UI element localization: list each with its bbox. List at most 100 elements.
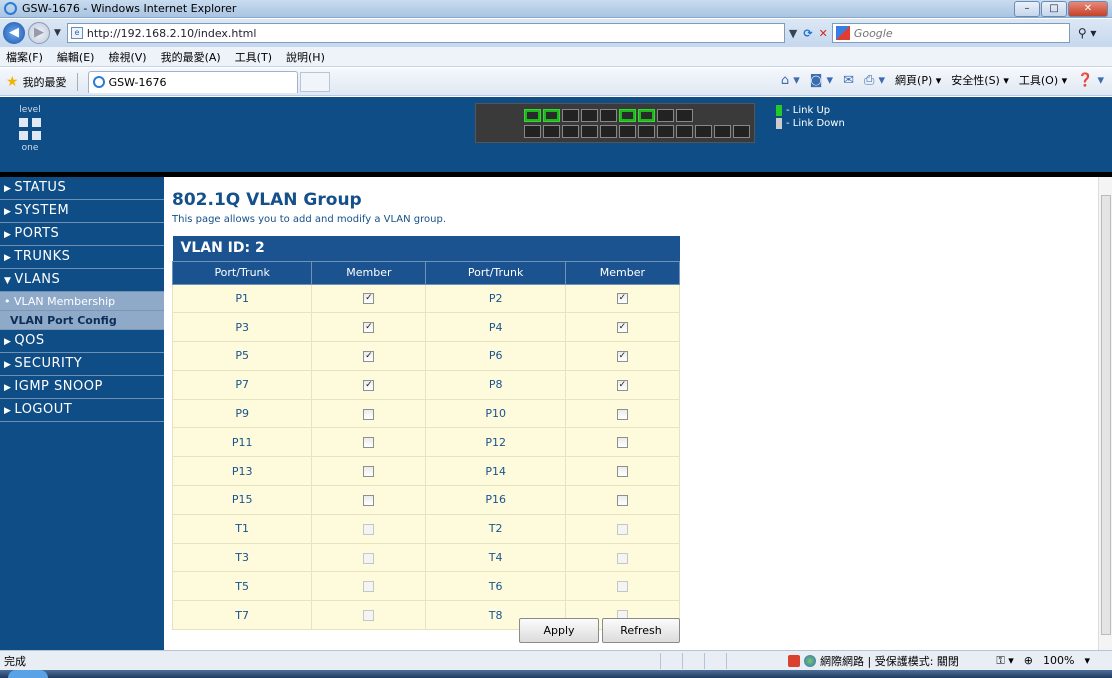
- port-led[interactable]: [714, 125, 731, 138]
- member-checkbox: [363, 552, 375, 564]
- link-legend: - Link Up - Link Down: [776, 105, 845, 131]
- vlan-id-header: VLAN ID: 2: [172, 236, 680, 261]
- port-led[interactable]: [695, 125, 712, 138]
- port-led[interactable]: [619, 109, 636, 122]
- member-checkbox[interactable]: [363, 408, 375, 420]
- port-led[interactable]: [562, 125, 579, 138]
- cmd-safety[interactable]: 安全性(S) ▾: [951, 72, 1009, 88]
- port-led[interactable]: [562, 109, 579, 122]
- back-button[interactable]: ◀: [3, 22, 25, 44]
- sidebar-item-ports[interactable]: ▶ PORTS: [0, 223, 164, 246]
- port-led[interactable]: [524, 109, 541, 122]
- member-checkbox[interactable]: [363, 437, 375, 449]
- refresh-icon[interactable]: ⟳: [803, 27, 812, 40]
- menu-help[interactable]: 說明(H): [286, 49, 325, 65]
- search-icon[interactable]: ⚲ ▾: [1078, 26, 1097, 40]
- forward-button[interactable]: ▶: [28, 22, 50, 44]
- sidebar-item-qos[interactable]: ▶ QOS: [0, 330, 164, 353]
- sidebar-item-status[interactable]: ▶ STATUS: [0, 177, 164, 200]
- member-checkbox[interactable]: [363, 466, 375, 478]
- menu-tools[interactable]: 工具(T): [235, 49, 272, 65]
- port-led[interactable]: [676, 125, 693, 138]
- member-checkbox[interactable]: ✓: [363, 293, 375, 305]
- vlan-member-table: VLAN ID: 2 Port/Trunk Member Port/Trunk …: [171, 236, 681, 631]
- url-field[interactable]: e http://192.168.2.10/index.html: [66, 23, 785, 43]
- security-zone[interactable]: 網際網路 | 受保護模式: 關閉: [788, 653, 959, 669]
- menu-favorites[interactable]: 我的最愛(A): [161, 49, 221, 65]
- history-dropdown-icon[interactable]: ▼: [54, 28, 61, 38]
- member-cell: [564, 485, 681, 515]
- print-icon[interactable]: ⎙ ▾: [864, 73, 885, 88]
- protected-mode-icon[interactable]: ⚿ ▾: [996, 654, 1013, 668]
- port-led[interactable]: [638, 125, 655, 138]
- port-led[interactable]: [676, 109, 693, 122]
- stop-icon[interactable]: ✕: [819, 27, 828, 40]
- vertical-scrollbar[interactable]: [1098, 177, 1112, 650]
- port-trunk-cell: P2: [425, 283, 566, 314]
- search-input[interactable]: [853, 26, 1054, 40]
- cmd-tools[interactable]: 工具(O) ▾: [1019, 72, 1067, 88]
- sidebar-item-system[interactable]: ▶ SYSTEM: [0, 200, 164, 223]
- favorites-label[interactable]: 我的最愛: [23, 74, 67, 90]
- port-led[interactable]: [657, 109, 674, 122]
- sidebar-item-trunks[interactable]: ▶ TRUNKS: [0, 246, 164, 269]
- sidebar-item-label: LOGOUT: [14, 402, 73, 417]
- port-trunk-cell: P9: [171, 398, 313, 429]
- browser-tab[interactable]: GSW-1676: [87, 70, 298, 93]
- port-led[interactable]: [638, 109, 655, 122]
- feeds-icon[interactable]: ◙ ▾: [810, 73, 833, 88]
- favorites-star-icon[interactable]: ★: [6, 74, 19, 90]
- port-led[interactable]: [543, 125, 560, 138]
- member-checkbox: [616, 552, 628, 564]
- member-checkbox[interactable]: ✓: [616, 350, 628, 362]
- port-led[interactable]: [733, 125, 750, 138]
- page-description: This page allows you to add and modify a…: [172, 214, 446, 225]
- zoom-control[interactable]: ⚿ ▾ ⊕ 100% ▾: [996, 654, 1090, 668]
- port-led[interactable]: [600, 109, 617, 122]
- port-led[interactable]: [543, 109, 560, 122]
- start-orb-icon[interactable]: [8, 670, 48, 678]
- help-icon[interactable]: ❓ ▾: [1077, 73, 1104, 88]
- port-led[interactable]: [600, 125, 617, 138]
- mail-icon[interactable]: ✉: [843, 73, 854, 88]
- port-led[interactable]: [581, 125, 598, 138]
- member-checkbox[interactable]: [616, 408, 628, 420]
- member-checkbox[interactable]: ✓: [616, 379, 628, 391]
- apply-button[interactable]: Apply: [519, 618, 599, 643]
- member-checkbox[interactable]: [616, 494, 628, 506]
- menu-view[interactable]: 檢視(V): [108, 49, 146, 65]
- scrollbar-thumb[interactable]: [1101, 195, 1111, 635]
- member-checkbox: [363, 581, 375, 593]
- url-dropdown-icon[interactable]: ▼: [789, 27, 797, 40]
- port-led[interactable]: [619, 125, 636, 138]
- sidebar-item-igmp-snoop[interactable]: ▶ IGMP SNOOP: [0, 376, 164, 399]
- zoom-dropdown-icon[interactable]: ▾: [1084, 654, 1090, 668]
- refresh-button[interactable]: Refresh: [602, 618, 680, 643]
- expand-arrow-icon: ▶: [4, 253, 12, 263]
- close-button[interactable]: ✕: [1068, 1, 1108, 17]
- cmd-page[interactable]: 網頁(P) ▾: [895, 72, 941, 88]
- new-tab-button[interactable]: [299, 71, 330, 92]
- sidebar-item-security[interactable]: ▶ SECURITY: [0, 353, 164, 376]
- home-icon[interactable]: ⌂ ▾: [781, 73, 800, 88]
- sidebar-item-logout[interactable]: ▶ LOGOUT: [0, 399, 164, 422]
- sidebar-item-vlans[interactable]: ▼ VLANS: [0, 269, 164, 292]
- search-box[interactable]: [831, 23, 1070, 43]
- port-led[interactable]: [581, 109, 598, 122]
- member-checkbox[interactable]: [363, 494, 375, 506]
- maximize-button[interactable]: □: [1041, 1, 1067, 17]
- member-checkbox[interactable]: ✓: [616, 293, 628, 305]
- sidebar-subitem-vlan-membership[interactable]: • VLAN Membership: [0, 292, 164, 311]
- port-led[interactable]: [657, 125, 674, 138]
- member-checkbox[interactable]: [616, 466, 628, 478]
- member-checkbox[interactable]: ✓: [363, 322, 375, 334]
- member-checkbox[interactable]: ✓: [616, 322, 628, 334]
- sidebar-subitem-vlan-port-config[interactable]: VLAN Port Config: [0, 311, 164, 330]
- member-checkbox[interactable]: ✓: [363, 350, 375, 362]
- menu-file[interactable]: 檔案(F): [6, 49, 43, 65]
- member-checkbox[interactable]: ✓: [363, 379, 375, 391]
- member-checkbox[interactable]: [616, 437, 628, 449]
- port-led[interactable]: [524, 125, 541, 138]
- menu-edit[interactable]: 編輯(E): [57, 49, 95, 65]
- minimize-button[interactable]: –: [1014, 1, 1040, 17]
